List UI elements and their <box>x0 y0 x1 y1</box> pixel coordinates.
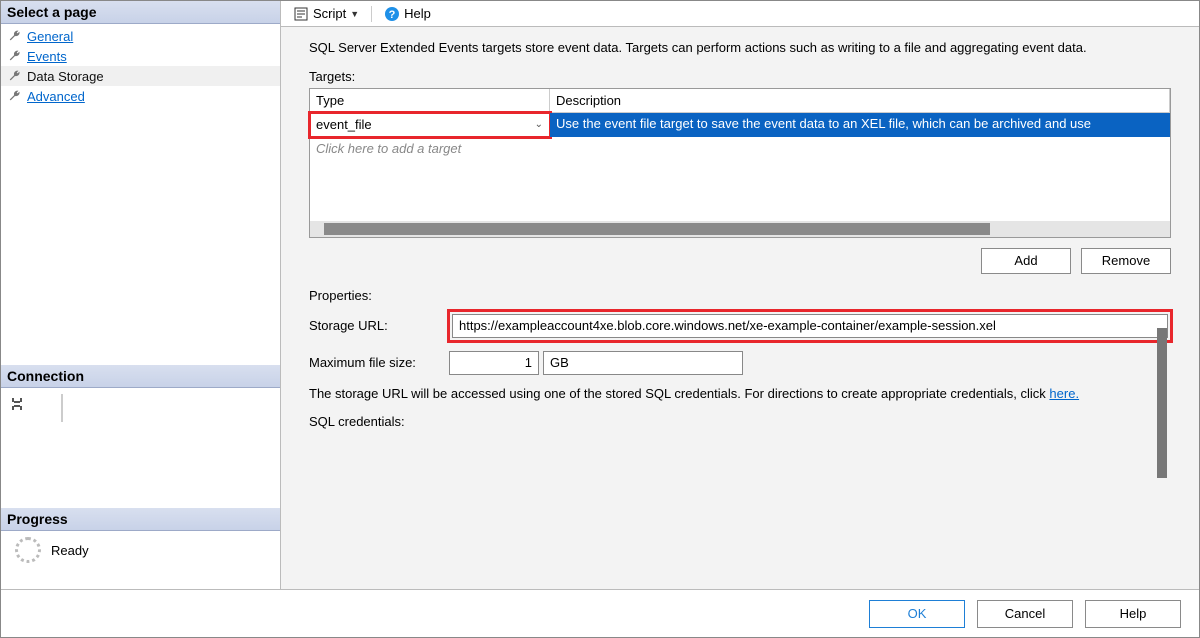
toolbar: Script ▼ ? Help <box>281 1 1199 27</box>
wrench-icon <box>7 28 23 44</box>
ok-button[interactable]: OK <box>869 600 965 628</box>
chevron-down-icon: ⌄ <box>535 119 543 130</box>
connection-box <box>61 394 63 422</box>
help-button[interactable]: ? Help <box>378 4 437 24</box>
cancel-button[interactable]: Cancel <box>977 600 1073 628</box>
help-icon: ? <box>384 6 400 22</box>
select-page-header: Select a page <box>1 1 280 24</box>
sidebar-item-advanced[interactable]: Advanced <box>1 86 280 106</box>
targets-label: Targets: <box>309 69 1171 84</box>
horizontal-scrollbar[interactable] <box>310 221 1170 237</box>
main-panel: Script ▼ ? Help SQL Server Extended Even… <box>281 1 1199 589</box>
add-button[interactable]: Add <box>981 248 1071 274</box>
target-description: Use the event file target to save the ev… <box>550 113 1170 137</box>
wrench-icon <box>7 88 23 104</box>
script-label: Script <box>313 6 346 21</box>
chevron-down-icon: ▼ <box>350 9 359 19</box>
sidebar-item-label: Data Storage <box>27 69 104 84</box>
help-label: Help <box>404 6 431 21</box>
sidebar: Select a page General Events Data Storag… <box>1 1 281 589</box>
target-type-value: event_file <box>316 117 372 132</box>
target-type-dropdown[interactable]: event_file ⌄ <box>310 113 550 137</box>
wrench-icon <box>7 68 23 84</box>
sidebar-item-general[interactable]: General <box>1 26 280 46</box>
grid-header-description[interactable]: Description <box>550 89 1170 112</box>
script-icon <box>293 6 309 22</box>
remove-button[interactable]: Remove <box>1081 248 1171 274</box>
vertical-scrollbar[interactable] <box>1157 328 1167 478</box>
max-file-size-label: Maximum file size: <box>309 355 449 370</box>
properties-label: Properties: <box>309 288 1171 303</box>
progress-header: Progress <box>1 508 280 531</box>
sql-credentials-label: SQL credentials: <box>309 414 449 429</box>
help-button[interactable]: Help <box>1085 600 1181 628</box>
wrench-icon <box>7 48 23 64</box>
connection-header: Connection <box>1 365 280 388</box>
targets-grid: Type Description event_file ⌄ Use the ev… <box>309 88 1171 238</box>
max-file-size-input[interactable] <box>449 351 539 375</box>
credentials-here-link[interactable]: here. <box>1049 386 1079 401</box>
max-file-size-unit-select[interactable] <box>543 351 743 375</box>
server-icon <box>9 396 25 412</box>
table-row[interactable]: event_file ⌄ Use the event file target t… <box>310 113 1170 137</box>
dialog-footer: OK Cancel Help <box>1 589 1199 637</box>
sidebar-item-events[interactable]: Events <box>1 46 280 66</box>
svg-text:?: ? <box>389 9 396 21</box>
intro-text: SQL Server Extended Events targets store… <box>309 39 1171 57</box>
progress-status: Ready <box>51 543 89 558</box>
progress-spinner-icon <box>15 537 41 563</box>
grid-header-type[interactable]: Type <box>310 89 550 112</box>
sidebar-item-label: General <box>27 29 73 44</box>
add-target-row[interactable]: Click here to add a target <box>310 137 1170 160</box>
credentials-hint: The storage URL will be accessed using o… <box>309 385 1171 403</box>
storage-url-label: Storage URL: <box>309 318 449 333</box>
sidebar-item-data-storage[interactable]: Data Storage <box>1 66 280 86</box>
sidebar-item-label: Events <box>27 49 67 64</box>
storage-url-input[interactable] <box>452 314 1168 338</box>
script-button[interactable]: Script ▼ <box>287 4 365 24</box>
sidebar-item-label: Advanced <box>27 89 85 104</box>
